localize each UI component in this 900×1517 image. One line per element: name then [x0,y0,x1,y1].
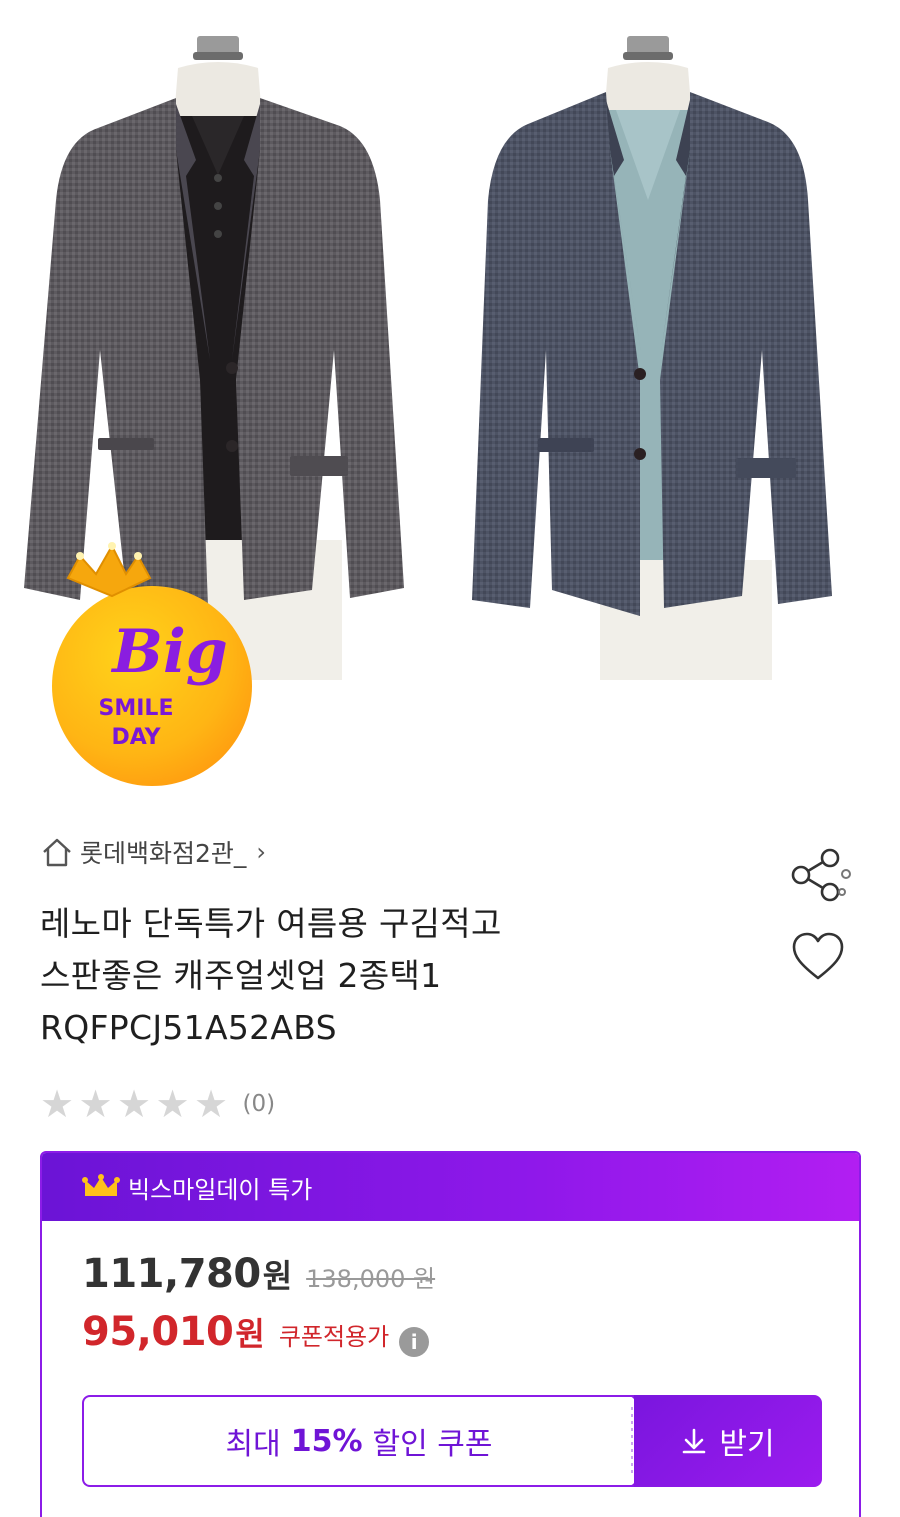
promo-header: 빅스마일데이 특가 [42,1153,859,1221]
product-title-line: 스판좋은 캐주얼셋업 2종택1 [40,956,442,995]
sale-price-unit: 원 [262,1257,293,1295]
product-title: 레노마 단독특가 여름용 구김적고 스판좋은 캐주얼셋업 2종택1 RQFPCJ… [40,898,760,1054]
chevron-right-icon: › [256,838,267,866]
star-icon: ★ [194,1082,229,1126]
coupon-price-unit: 원 [235,1315,265,1353]
coupon-text-post: 할인 쿠폰 [372,1427,493,1462]
wishlist-button[interactable] [788,930,848,986]
download-label: 받기 [719,1427,775,1462]
heart-icon [792,932,844,980]
product-rating[interactable]: ★ ★ ★ ★ ★ (0) [40,1082,275,1126]
product-title-line: 레노마 단독특가 여름용 구김적고 [40,904,502,943]
promo-label: 빅스마일데이 특가 [128,1175,313,1204]
svg-text:Big: Big [110,617,227,687]
coupon-price-row: 95,010 원 쿠폰적용가 i [82,1309,430,1357]
svg-text:DAY: DAY [111,725,161,750]
coupon-discount-percent: 15% [290,1423,363,1459]
price-row: 111,780 원 138,000 원 [82,1251,435,1297]
coupon-price-label: 쿠폰적용가 [278,1323,390,1351]
review-count: (0) [242,1091,276,1117]
promo-panel: 빅스마일데이 특가 111,780 원 138,000 원 95,010 원 쿠… [40,1151,861,1517]
download-icon [683,1428,706,1454]
coupon-download-button[interactable]: 받기 [634,1395,822,1487]
original-price: 138,000 원 [306,1265,436,1293]
coupon-text-pre: 최대 [225,1427,281,1462]
seller-name: 롯데백화점2관_ [80,839,247,868]
coupon-price: 95,010 [82,1309,234,1355]
crown-icon [82,1174,120,1196]
rating-stars: ★ ★ ★ ★ ★ [40,1084,233,1124]
svg-text:SMILE: SMILE [99,696,174,721]
product-photo-jackets: Big SMILE DAY [24,36,832,786]
sale-price: 111,780 [82,1251,261,1297]
star-icon: ★ [117,1082,152,1126]
product-title-line: RQFPCJ51A52ABS [40,1008,337,1047]
star-icon: ★ [40,1082,75,1126]
product-image[interactable]: Big SMILE DAY [0,0,900,790]
home-icon [43,838,71,867]
seller-link[interactable]: 롯데백화점2관_ › [40,832,266,872]
share-icon [791,848,851,902]
info-icon[interactable]: i [399,1327,430,1357]
star-icon: ★ [155,1082,190,1126]
share-button[interactable] [790,848,856,902]
coupon-ticket[interactable]: 최대 15% 할인 쿠폰 [82,1395,634,1487]
star-icon: ★ [78,1082,113,1126]
